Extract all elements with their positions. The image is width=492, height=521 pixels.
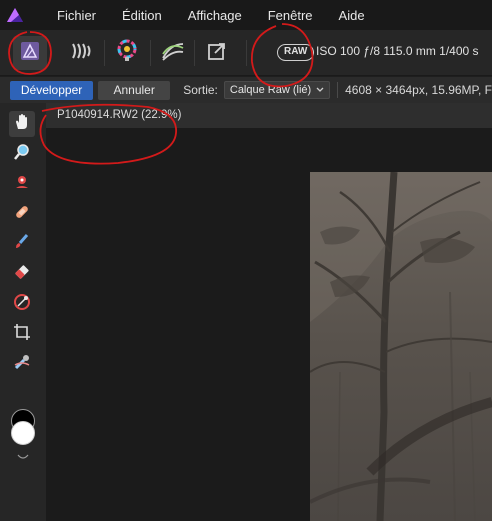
overlay-erase-icon [13,263,31,286]
chevron-down-icon [316,84,324,96]
develop-button[interactable]: Développer [10,80,94,100]
hand-tool-icon [13,113,31,136]
hand-tool[interactable] [9,111,35,137]
menu-affichage[interactable]: Affichage [188,8,242,23]
tone-curves-icon [161,40,185,67]
overlay-erase-tool[interactable] [9,261,35,287]
toolbar-separator [150,40,151,66]
menu-edition[interactable]: Édition [122,8,162,23]
red-eye-tool[interactable] [9,171,35,197]
cancel-button[interactable]: Annuler [98,80,171,100]
color-swatches[interactable] [10,409,38,459]
toolbar-separator [194,40,195,66]
develop-persona-icon [19,40,41,67]
menu-aide[interactable]: Aide [339,8,365,23]
red-eye-tool-icon [13,173,31,196]
document-tab-title[interactable]: P1040914.RW2 (22.9%) [57,109,181,121]
swap-colors-icon[interactable] [17,447,29,465]
secondary-color-swatch[interactable] [11,421,35,445]
toolbar-separator [246,40,247,66]
curves-button[interactable] [156,36,190,70]
blemish-tool-icon [13,203,31,226]
export-button[interactable] [200,36,234,70]
zoom-tool-icon [13,143,31,166]
tone-mapping-persona-icon [69,41,93,66]
output-select-value: Calque Raw (lié) [229,84,312,96]
toolbar-separator [104,40,105,66]
image-dimensions: 4608 × 3464px, 15.96MP, F [345,83,492,97]
color-adjust-button[interactable] [110,36,144,70]
context-separator [337,82,339,98]
overlay-paint-icon [13,233,31,256]
overlay-gradient-tool[interactable] [9,291,35,317]
export-icon [206,40,228,67]
white-balance-tool[interactable] [9,351,35,377]
color-wheel-icon [115,39,139,68]
affinity-photo-logo-icon [0,0,30,30]
output-label: Sortie: [183,83,218,97]
canvas-area[interactable] [46,128,492,521]
menu-fichier[interactable]: Fichier [57,8,96,23]
raw-badge: RAW [277,44,315,61]
overlay-paint-tool[interactable] [9,231,35,257]
persona-toolbar: RAW ISO 100 ƒ/8 115.0 mm 1/400 s [0,30,492,76]
overlay-gradient-icon [13,293,31,316]
menu-fenetre[interactable]: Fenêtre [268,8,313,23]
context-toolbar: Développer Annuler Sortie: Calque Raw (l… [0,77,492,103]
blemish-tool[interactable] [9,201,35,227]
tools-panel [0,103,46,521]
document-tab-bar: P1040914.RW2 (22.9%) [46,103,492,128]
crop-tool-icon [13,323,31,346]
zoom-tool[interactable] [9,141,35,167]
white-balance-picker-icon [13,353,31,376]
develop-persona-button[interactable] [13,36,47,70]
crop-tool[interactable] [9,321,35,347]
exif-info: ISO 100 ƒ/8 115.0 mm 1/400 s [316,44,479,58]
output-select[interactable]: Calque Raw (lié) [223,81,331,99]
tone-mapping-persona-button[interactable] [64,36,98,70]
menu-bar: Fichier Édition Affichage Fenêtre Aide [0,0,492,30]
raw-photo-preview [310,172,492,521]
